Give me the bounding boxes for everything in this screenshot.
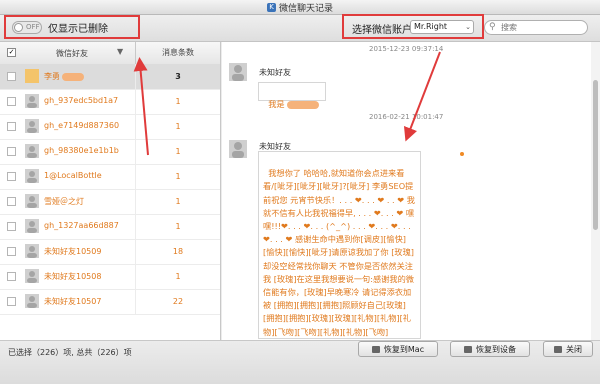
toggle-knob: [14, 23, 23, 32]
message-count: 22: [135, 289, 220, 314]
toggle-state-label: OFF: [26, 23, 40, 31]
avatar: [25, 119, 39, 133]
friend-name: gh_e7149d887360: [44, 121, 120, 130]
row-checkbox[interactable]: [7, 222, 16, 231]
friend-name: 未知好友10507: [44, 297, 102, 306]
avatar: [229, 63, 247, 81]
only-deleted-toggle[interactable]: OFF: [12, 21, 42, 34]
message-text: 我是: [268, 99, 285, 110]
row-checkbox[interactable]: [7, 97, 16, 106]
message-bubble: 我是: [258, 82, 326, 109]
avatar: [25, 244, 39, 258]
row-checkbox[interactable]: [7, 172, 16, 181]
friend-name: 1@LocalBottle: [44, 171, 102, 180]
list-item[interactable]: gh_98380e1e1b1b 1: [0, 139, 220, 165]
row-checkbox[interactable]: [7, 247, 16, 256]
list-item[interactable]: 雪娅＠之灯 1: [0, 189, 220, 215]
message-count: 1: [135, 89, 220, 114]
header-friend[interactable]: 微信好友: [56, 48, 88, 59]
friend-name: gh_1327aa66d887: [44, 221, 119, 230]
only-deleted-label: 仅显示已删除: [48, 24, 108, 35]
message-count: 1: [135, 214, 220, 239]
list-item[interactable]: 未知好友10509 18: [0, 239, 220, 265]
timestamp: 2015-12-23 09:37:14: [369, 45, 444, 53]
decoration-dot: [460, 152, 464, 156]
select-all-checkbox[interactable]: ✓: [7, 48, 16, 57]
mac-icon: [371, 345, 380, 353]
list-item[interactable]: 未知好友10508 1: [0, 264, 220, 290]
avatar: [25, 194, 39, 208]
message-count: 1: [135, 114, 220, 139]
row-checkbox[interactable]: [7, 297, 16, 306]
sender-name: 未知好友: [259, 68, 291, 77]
restore-to-device-label: 恢复到设备: [476, 344, 516, 354]
close-label: 关闭: [566, 344, 582, 354]
close-icon: [554, 345, 562, 353]
avatar: [25, 294, 39, 308]
restore-to-mac-button[interactable]: 恢复到Mac: [358, 341, 438, 357]
list-item[interactable]: 1@LocalBottle 1: [0, 164, 220, 190]
device-icon: [464, 345, 472, 353]
row-checkbox[interactable]: [7, 272, 16, 281]
title-bar: K 微信聊天记录: [0, 0, 600, 15]
list-item[interactable]: 李勇 3: [0, 64, 220, 90]
restore-to-mac-label: 恢复到Mac: [383, 344, 425, 354]
row-checkbox[interactable]: [7, 122, 16, 131]
avatar: [25, 219, 39, 233]
avatar: [25, 169, 39, 183]
account-label: 选择微信账户: [352, 25, 412, 36]
app-icon: K: [266, 2, 276, 12]
list-item[interactable]: gh_e7149d887360 1: [0, 114, 220, 140]
restore-to-device-button[interactable]: 恢复到设备: [450, 341, 530, 357]
list-item[interactable]: 未知好友10507 22: [0, 289, 220, 315]
friend-name: 未知好友10508: [44, 272, 102, 281]
friend-name: gh_937edc5bd1a7: [44, 96, 119, 105]
blurred-name-mark: [286, 100, 319, 109]
row-checkbox[interactable]: [7, 72, 16, 81]
selection-status: 已选择（226）项, 总共（226）项: [8, 348, 132, 357]
message-count: 1: [135, 164, 220, 189]
blurred-name-mark: [62, 72, 84, 81]
close-button[interactable]: 关闭: [543, 341, 593, 357]
avatar: [25, 144, 39, 158]
message-count: 1: [135, 139, 220, 164]
window-title: 微信聊天记录: [278, 3, 333, 14]
account-value: Mr.Right: [414, 22, 448, 31]
chevron-down-icon: ⌄: [465, 23, 471, 31]
message-count: 1: [135, 264, 220, 289]
search-icon: ⚲: [489, 22, 496, 32]
header-count[interactable]: 消息条数: [135, 42, 220, 64]
account-select[interactable]: Mr.Right ⌄: [410, 20, 474, 34]
sort-arrow-icon[interactable]: ▼: [117, 47, 123, 56]
search-box[interactable]: ⚲: [484, 20, 588, 35]
list-header: ✓ 微信好友 ▼ 消息条数: [0, 42, 220, 65]
friend-list-panel: ✓ 微信好友 ▼ 消息条数 李勇 3 gh_937edc5bd1a7 1 gh_…: [0, 42, 221, 340]
friend-name: 李勇: [44, 71, 84, 82]
scrollbar-thumb[interactable]: [593, 80, 598, 230]
timestamp: 2016-02-21 10:01:47: [369, 113, 444, 121]
friend-name: gh_98380e1e1b1b: [44, 146, 119, 155]
avatar: [25, 269, 39, 283]
message-count: 1: [135, 189, 220, 214]
avatar: [25, 94, 39, 108]
search-input[interactable]: [501, 22, 583, 33]
avatar: [229, 140, 247, 158]
row-checkbox[interactable]: [7, 197, 16, 206]
message-bubble: 我想你了 哈哈哈,就知道你会点进来看看/[呲牙][呲牙][呲牙]?[呲牙] 李勇…: [258, 151, 421, 339]
message-text: 我想你了 哈哈哈,就知道你会点进来看看/[呲牙][呲牙][呲牙]?[呲牙] 李勇…: [263, 168, 415, 337]
list-item[interactable]: gh_937edc5bd1a7 1: [0, 89, 220, 115]
friend-name: 雪娅＠之灯: [44, 197, 84, 206]
row-checkbox[interactable]: [7, 147, 16, 156]
friend-name: 未知好友10509: [44, 247, 102, 256]
message-count: 3: [135, 64, 220, 89]
message-count: 18: [135, 239, 220, 264]
avatar: [25, 69, 39, 83]
list-item[interactable]: gh_1327aa66d887 1: [0, 214, 220, 240]
